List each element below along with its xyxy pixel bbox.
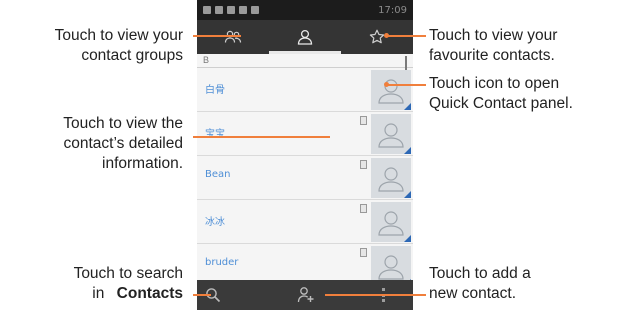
contact-photo[interactable] — [371, 202, 411, 242]
quick-contact-corner — [404, 103, 411, 110]
add-contact-icon[interactable] — [297, 286, 315, 304]
tab-contacts[interactable] — [269, 20, 341, 54]
callout-line-add — [325, 294, 426, 296]
notification-icon — [215, 6, 223, 14]
callout-text: contact groups — [81, 47, 183, 64]
menu-dot — [382, 299, 385, 302]
callout-text: Touch to view the — [63, 115, 183, 132]
callout-text: favourite contacts. — [429, 47, 555, 64]
callout-contact-groups: Touch to view your contact groups — [0, 26, 183, 66]
sim-card-icon — [360, 248, 367, 257]
callout-favourites: Touch to view your favourite contacts. — [429, 26, 618, 66]
sim-card-icon — [360, 160, 367, 169]
callout-text-bold: Contacts — [116, 285, 183, 302]
tab-groups[interactable] — [197, 20, 269, 54]
tab-favourites[interactable] — [341, 20, 413, 54]
contact-photo[interactable] — [371, 70, 411, 110]
contact-photo[interactable] — [371, 114, 411, 154]
callout-dot-quick — [384, 82, 389, 87]
status-time: 17:09 — [378, 4, 407, 16]
callout-text: new contact. — [429, 285, 517, 302]
contacts-person-icon — [297, 29, 313, 45]
callout-text: Touch icon to open — [429, 75, 560, 92]
contact-row[interactable]: 白骨 — [197, 68, 413, 112]
section-header: B — [197, 54, 413, 68]
callout-contact-details: Touch to view the contact’s detailed inf… — [0, 114, 183, 174]
callout-search: Touch to search in Contacts — [0, 264, 183, 304]
phone-screen: 17:09 B 白骨 宝宝 Bean 冰冰 bruder — [197, 0, 413, 310]
callout-line-quick — [388, 84, 426, 86]
callout-quick-contact: Touch icon to open Quick Contact panel. — [429, 74, 618, 114]
callout-text: Touch to view your — [429, 27, 558, 44]
sim-card-icon — [360, 204, 367, 213]
callout-line-search — [193, 294, 211, 296]
star-icon — [369, 29, 385, 44]
notification-icons — [203, 6, 259, 14]
contact-row[interactable]: 宝宝 — [197, 112, 413, 156]
contact-row[interactable]: 冰冰 — [197, 200, 413, 244]
contact-name[interactable]: 冰冰 — [205, 213, 225, 228]
notification-icon — [239, 6, 247, 14]
notification-icon — [251, 6, 259, 14]
notification-icon — [227, 6, 235, 14]
contacts-tab-bar — [197, 20, 413, 54]
contact-photo[interactable] — [371, 158, 411, 198]
callout-text: in — [92, 285, 105, 302]
callout-text: Touch to add a — [429, 265, 531, 282]
quick-contact-corner — [404, 235, 411, 242]
contact-name[interactable]: Bean — [205, 169, 230, 180]
callout-text-line: in Contacts — [0, 284, 183, 304]
contact-row[interactable]: Bean — [197, 156, 413, 200]
callout-line-details — [193, 136, 330, 138]
callout-text: information. — [102, 155, 183, 172]
quick-contact-corner — [404, 191, 411, 198]
callout-text: Touch to view your — [54, 27, 183, 44]
callout-line-favourites — [388, 35, 426, 37]
contact-name[interactable]: 白骨 — [205, 81, 225, 96]
status-bar: 17:09 — [197, 0, 413, 20]
quick-contact-corner — [404, 147, 411, 154]
callout-dot-favourites — [384, 33, 389, 38]
callout-add-contact: Touch to add a new contact. — [429, 264, 618, 304]
sim-card-icon — [360, 116, 367, 125]
callout-text: contact’s detailed — [63, 135, 184, 152]
contact-name[interactable]: bruder — [205, 257, 238, 268]
menu-dot — [382, 288, 385, 291]
callout-text: Touch to search — [73, 265, 183, 282]
callout-line-groups — [193, 35, 241, 37]
contact-groups-icon — [224, 30, 242, 43]
contact-list[interactable]: B 白骨 宝宝 Bean 冰冰 bruder — [197, 54, 413, 299]
notification-icon — [203, 6, 211, 14]
callout-text: Quick Contact panel. — [429, 95, 573, 112]
